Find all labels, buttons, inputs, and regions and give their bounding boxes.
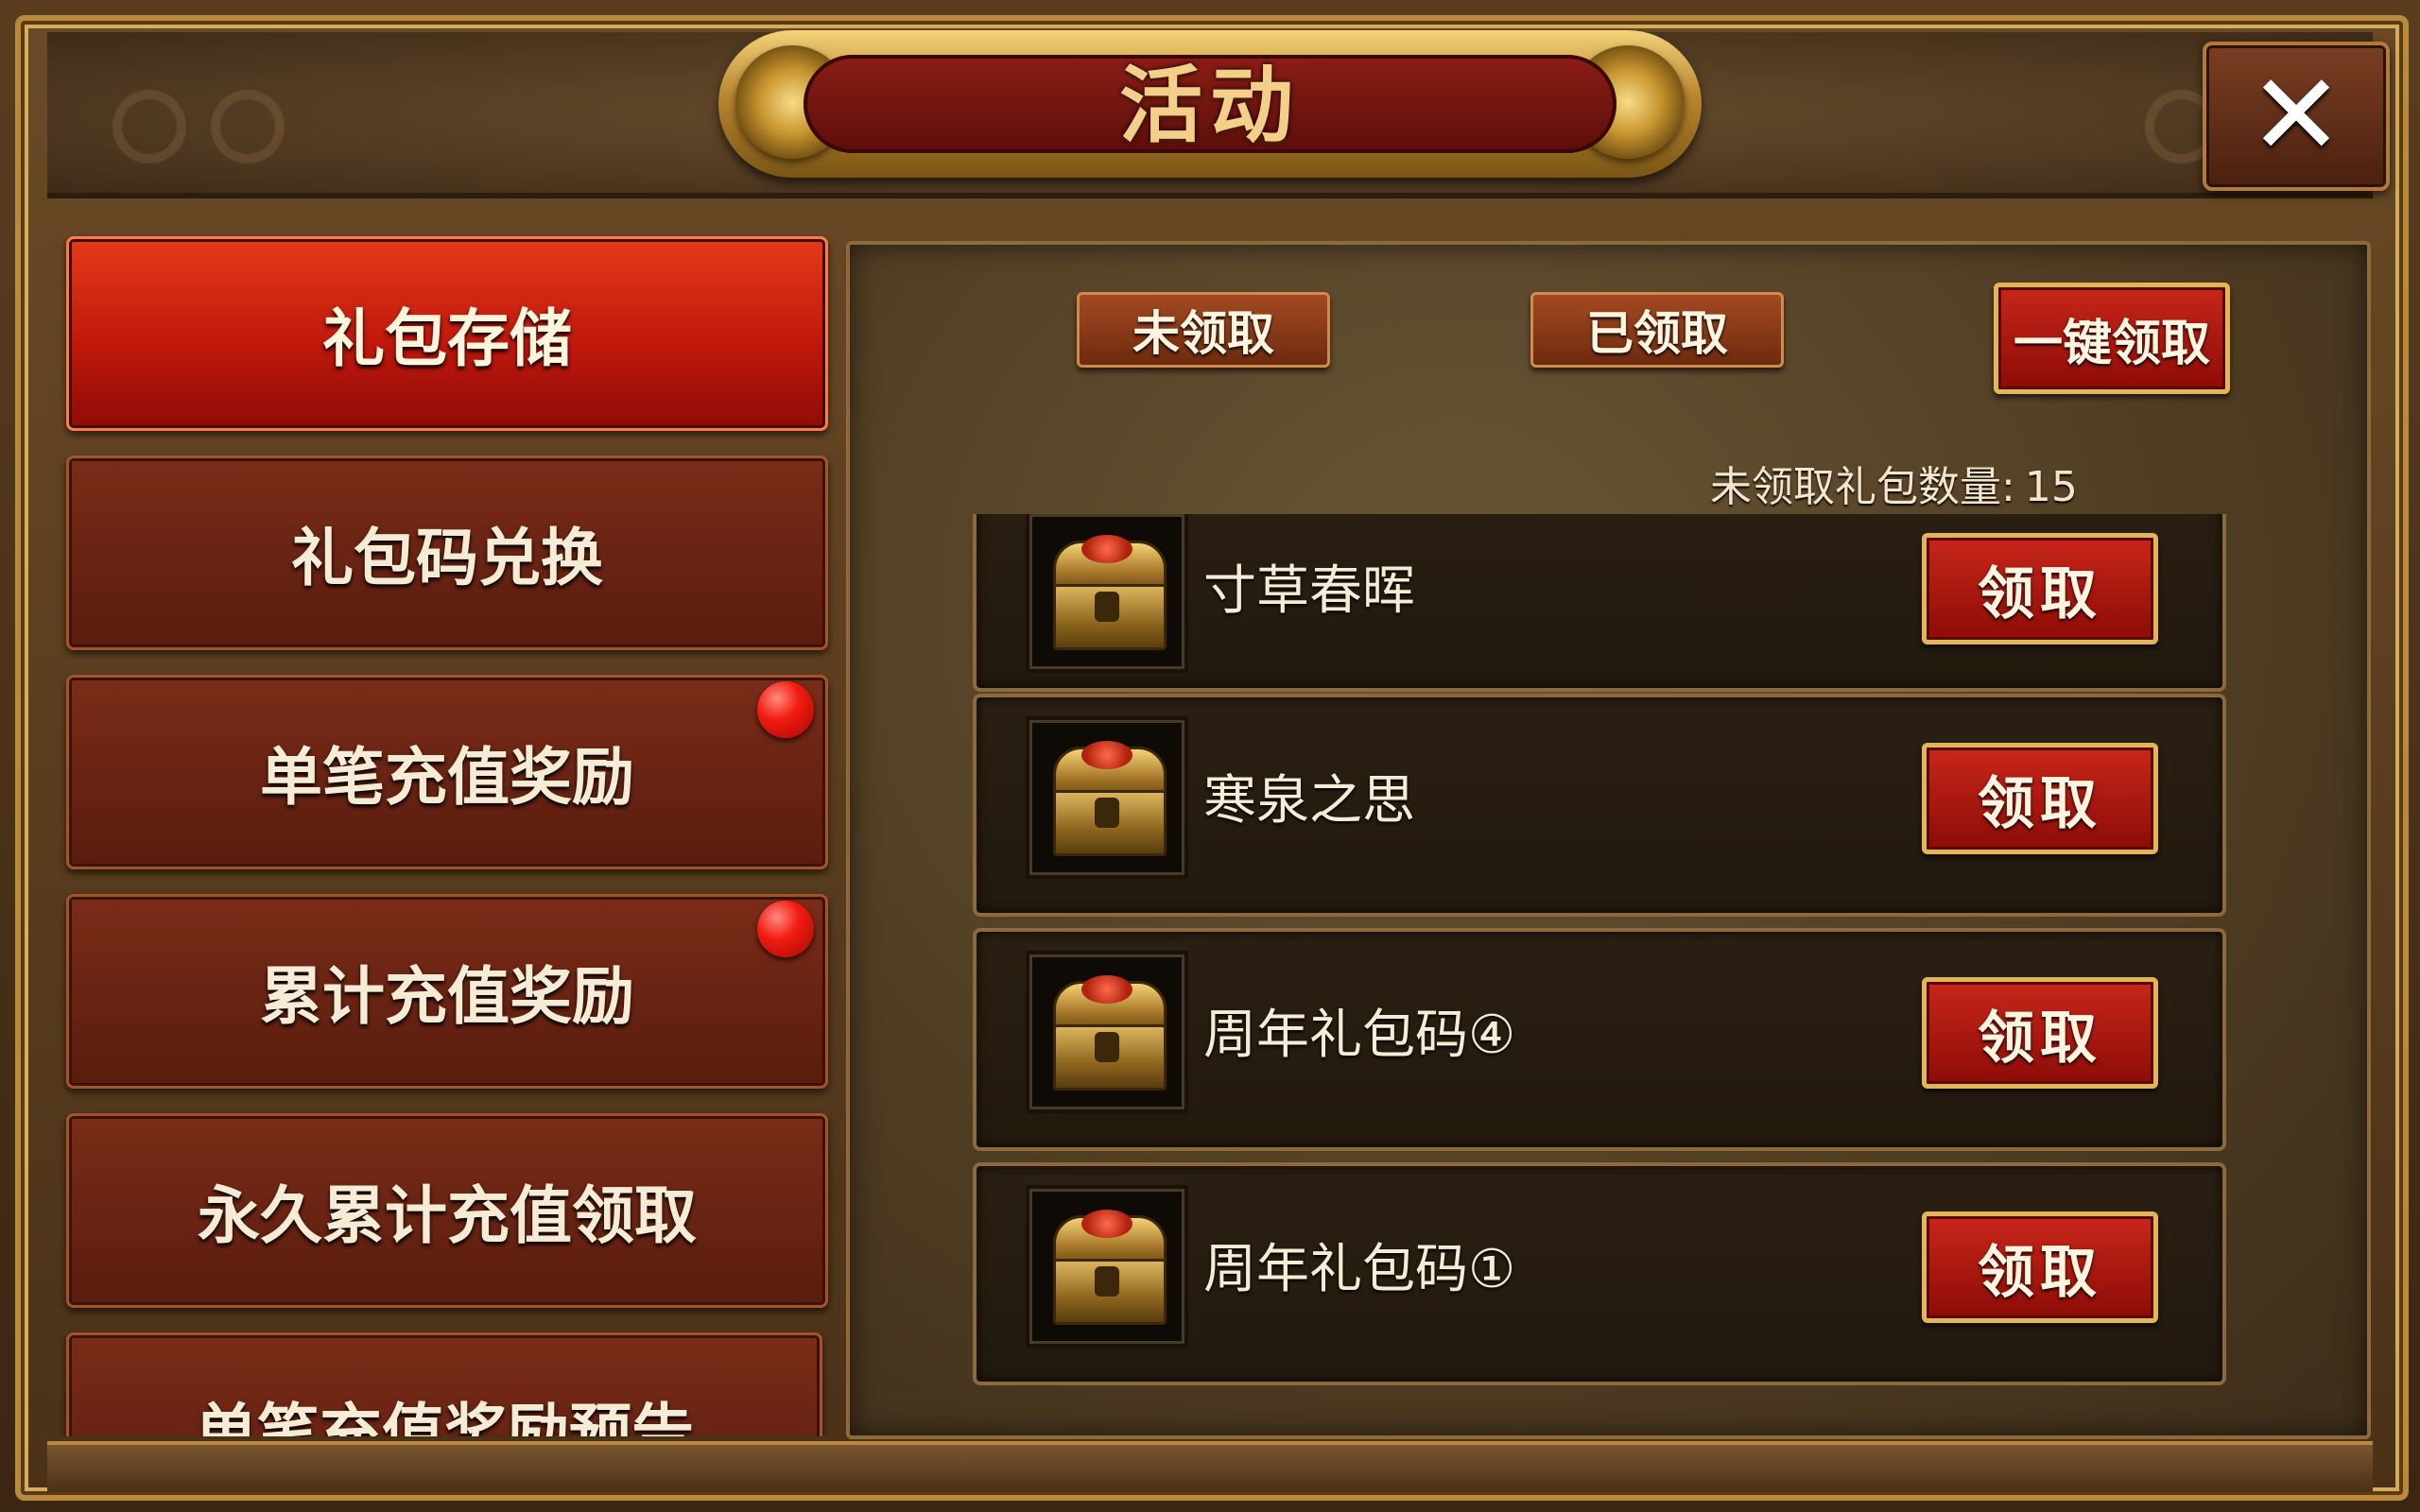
- menu-item-single-recharge-preview[interactable]: 单笔充值奖励预告: [66, 1332, 822, 1436]
- treasure-chest-icon: [1026, 514, 1188, 673]
- claim-button[interactable]: 领取: [1922, 1211, 2158, 1323]
- notification-dot: [757, 681, 814, 738]
- close-x-icon: ✕: [2248, 50, 2344, 181]
- list-item: 寸草春晖 领取: [973, 514, 2226, 692]
- menu-item-label: 礼包码兑换: [291, 522, 603, 594]
- claim-button[interactable]: 领取: [1922, 533, 2158, 644]
- gift-name: 周年礼包码①: [1203, 1239, 1516, 1300]
- gift-list[interactable]: 寸草春晖 领取 寒泉之思 领取 周年礼包码④ 领取 周年礼包码① 领取: [973, 514, 2230, 1398]
- page-title: 活动: [1118, 57, 1301, 154]
- gift-name: 周年礼包码④: [1203, 1005, 1516, 1066]
- treasure-chest-icon: [1026, 1185, 1188, 1348]
- menu-item-label: 单笔充值奖励预告: [195, 1397, 694, 1436]
- menu-item-gift-storage[interactable]: 礼包存储: [66, 236, 828, 431]
- treasure-chest-icon: [1026, 951, 1188, 1113]
- notification-dot: [757, 901, 814, 957]
- content-panel: 未领取 已领取 一键领取 未领取礼包数量: 15 寸草春晖 领取 寒泉之思 领取 …: [846, 241, 2371, 1439]
- menu-item-label: 礼包存储: [322, 302, 572, 375]
- left-menu: 礼包存储 礼包码兑换 单笔充值奖励 累计充值奖励 永久累计充值领取 单笔充值奖励…: [47, 217, 841, 1436]
- claim-button[interactable]: 领取: [1922, 743, 2158, 854]
- bottom-frame-edge: [47, 1441, 2373, 1492]
- menu-item-single-recharge-reward[interactable]: 单笔充值奖励: [66, 675, 828, 869]
- menu-item-label: 单笔充值奖励: [260, 741, 634, 814]
- list-item: 寒泉之思 领取: [973, 694, 2226, 917]
- unclaimed-count: 未领取礼包数量: 15: [1710, 453, 2183, 511]
- menu-item-cumulative-recharge-reward[interactable]: 累计充值奖励: [66, 894, 828, 1089]
- unclaimed-count-label: 未领取礼包数量:: [1710, 463, 2015, 511]
- treasure-chest-icon: [1026, 716, 1188, 879]
- gift-name: 寸草春晖: [1203, 560, 1415, 622]
- gift-name: 寒泉之思: [1203, 770, 1415, 832]
- cloud-ornament-icon: [76, 70, 321, 183]
- tab-unclaimed[interactable]: 未领取: [1077, 292, 1330, 368]
- claim-all-button[interactable]: 一键领取: [1994, 283, 2230, 394]
- close-button[interactable]: ✕: [2203, 42, 2390, 191]
- title-plaque: 活动: [718, 21, 1702, 187]
- menu-item-label: 永久累计充值领取: [198, 1179, 697, 1252]
- menu-item-permanent-cumulative-recharge[interactable]: 永久累计充值领取: [66, 1113, 828, 1308]
- claim-button[interactable]: 领取: [1922, 977, 2158, 1089]
- unclaimed-count-value: 15: [2024, 463, 2078, 511]
- tab-claimed[interactable]: 已领取: [1530, 292, 1784, 368]
- list-item: 周年礼包码① 领取: [973, 1162, 2226, 1385]
- menu-item-label: 累计充值奖励: [260, 960, 634, 1033]
- menu-item-gift-code-redeem[interactable]: 礼包码兑换: [66, 455, 828, 650]
- list-item: 周年礼包码④ 领取: [973, 928, 2226, 1151]
